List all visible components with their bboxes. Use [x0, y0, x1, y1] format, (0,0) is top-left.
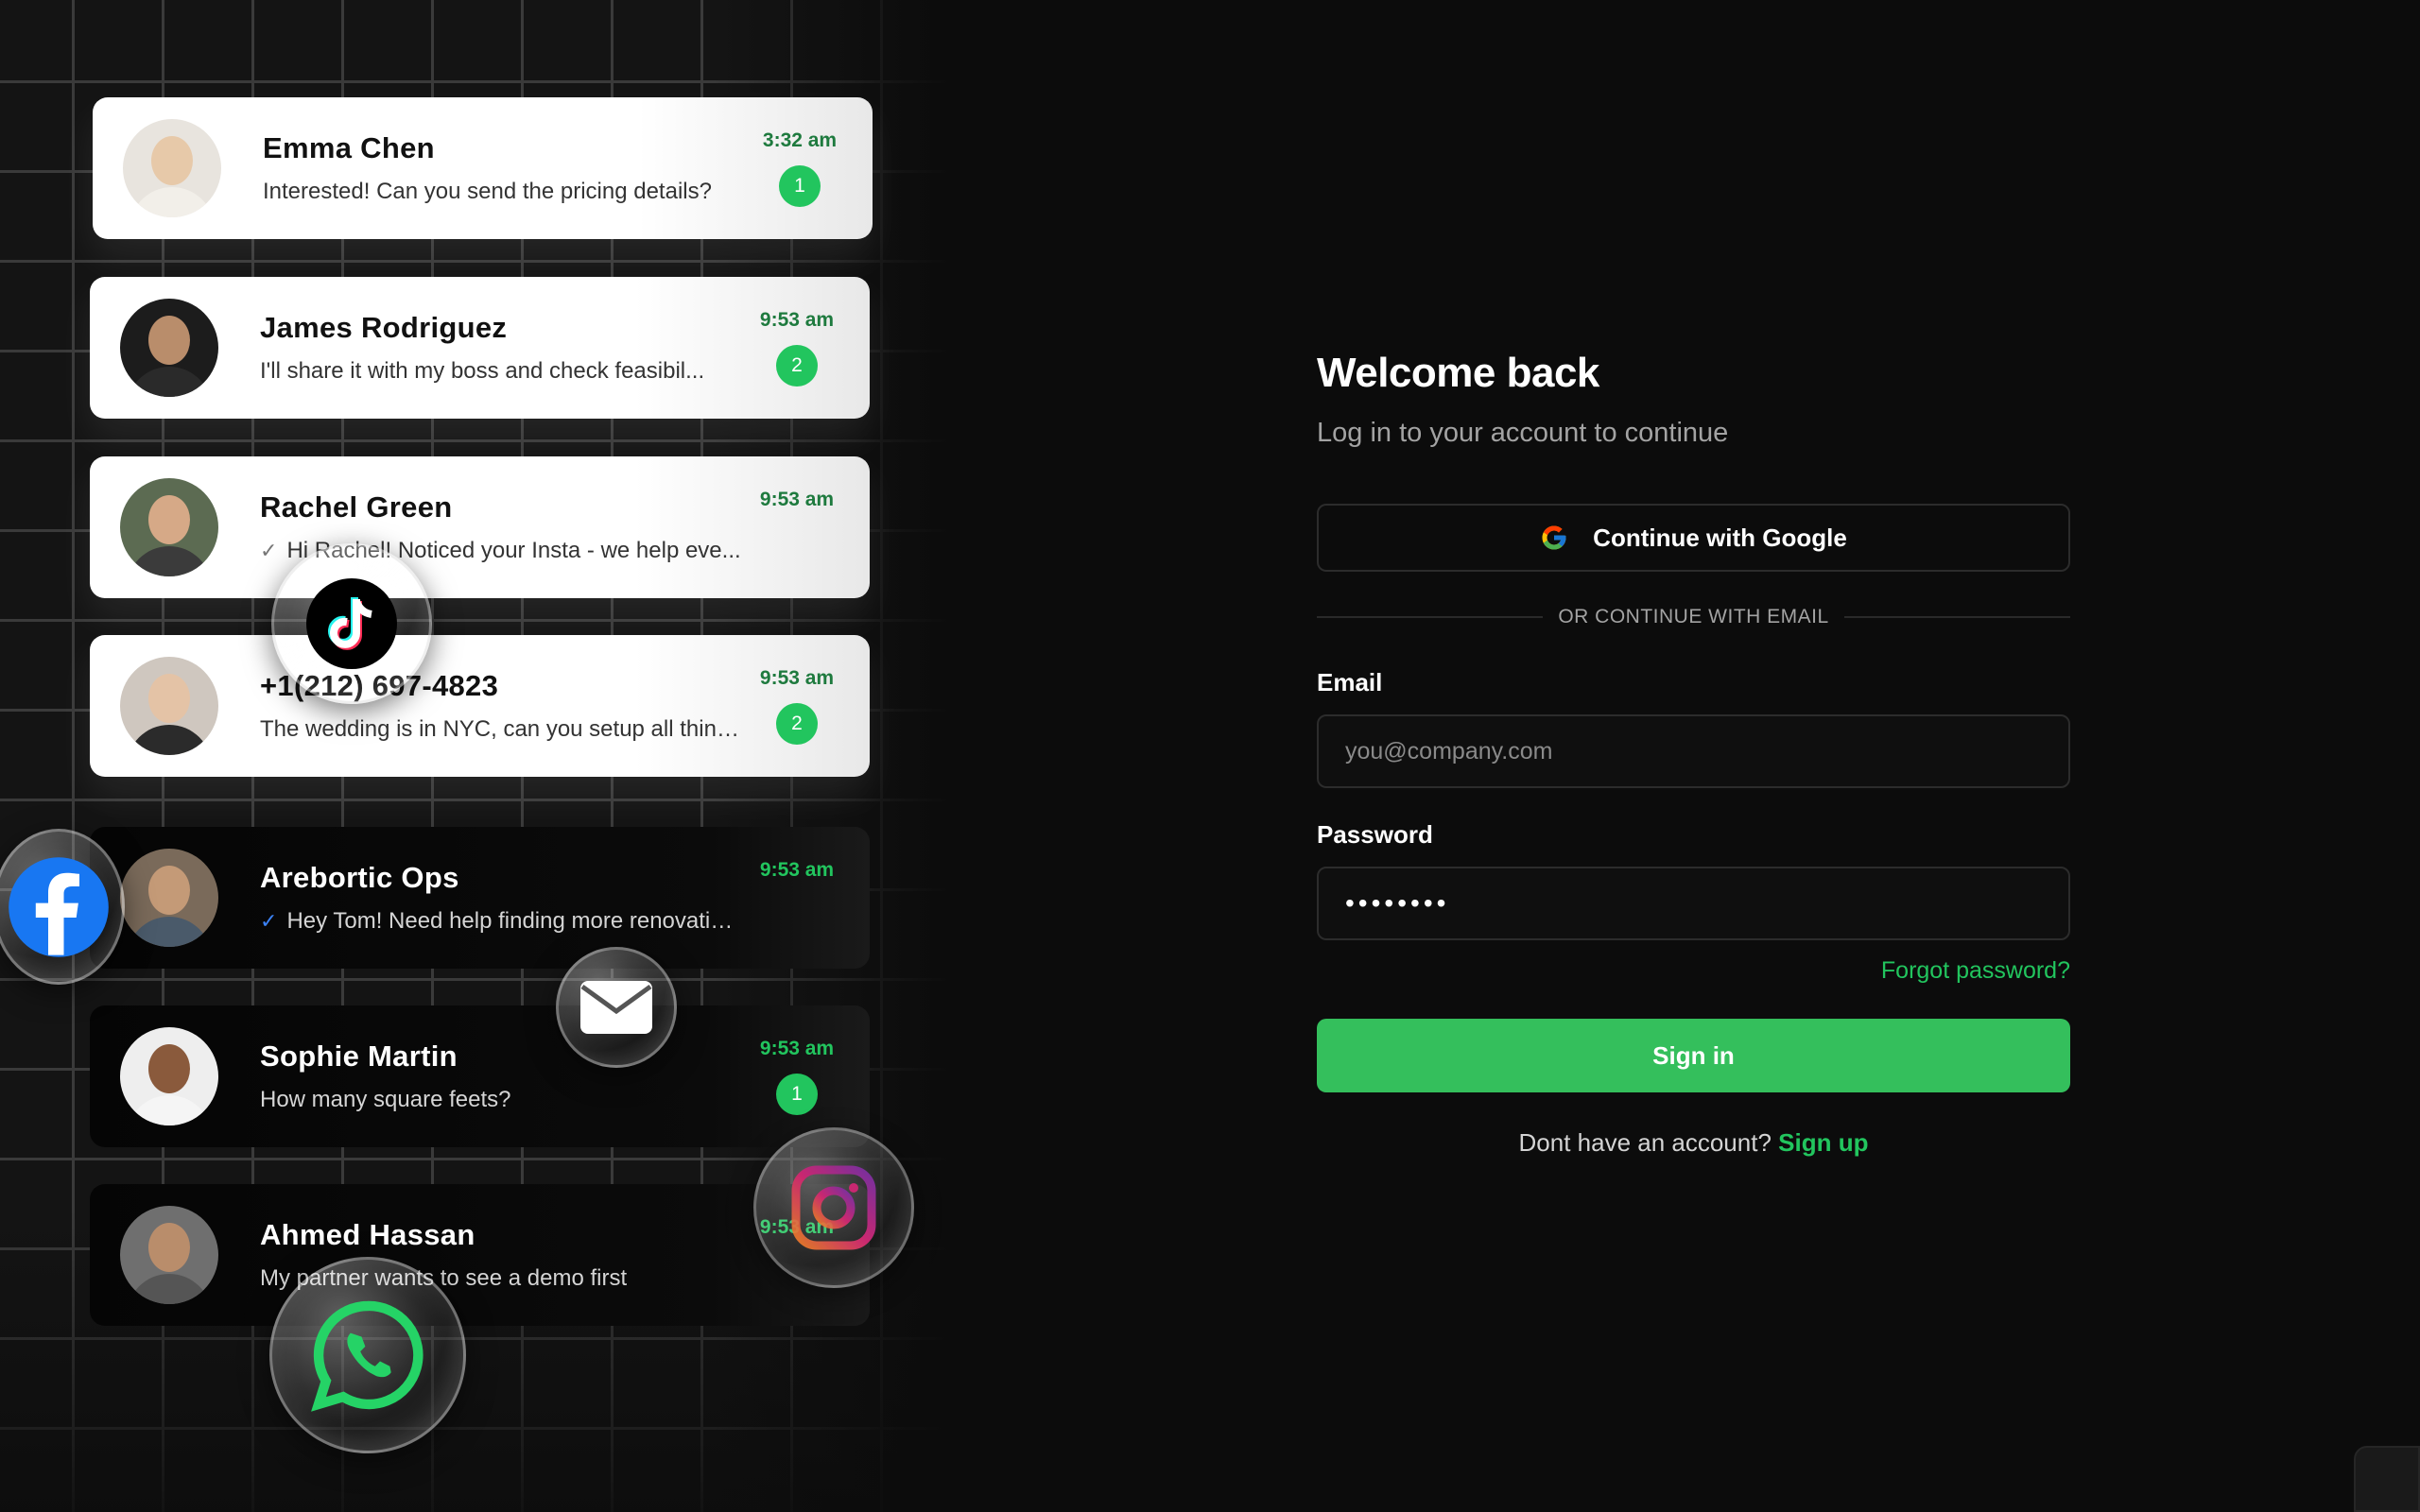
contact-name: Sophie Martin — [260, 1040, 458, 1073]
page-title: Welcome back — [1317, 350, 1599, 396]
card-meta: 9:53 am — [745, 827, 849, 969]
conversation-card[interactable]: Rachel Green ✓ Hi Rachel! Noticed your Ins… — [90, 456, 870, 598]
conversation-card[interactable]: Arebortic Ops ✓ Hey Tom! Need help finding… — [90, 827, 870, 969]
avatar — [120, 1027, 218, 1125]
read-tick-icon: ✓ — [260, 539, 278, 562]
instagram-bubble — [753, 1127, 914, 1288]
hero-panel: Emma Chen Interested! Can you send the pr… — [0, 0, 950, 1512]
message-text: I'll share it with my boss and check fea… — [260, 358, 705, 384]
message-time: 3:32 am — [762, 129, 838, 151]
signin-button[interactable]: Sign in — [1317, 1019, 2070, 1092]
contact-name: James Rodriguez — [260, 311, 508, 344]
unread-badge: 1 — [776, 1074, 818, 1115]
forgot-row: Forgot password? — [1317, 957, 2070, 985]
message-text: How many square feets? — [260, 1087, 511, 1112]
card-meta: 3:32 am 1 — [748, 97, 852, 239]
avatar — [120, 478, 218, 576]
google-button-label: Continue with Google — [1593, 523, 1847, 552]
forgot-password-link[interactable]: Forgot password? — [1881, 957, 2070, 984]
divider-text: OR CONTINUE WITH EMAIL — [1558, 606, 1829, 627]
contact-name: Arebortic Ops — [260, 861, 459, 894]
divider-line-left — [1317, 616, 1544, 618]
message-text: Hey Tom! Need help finding more renovati… — [286, 908, 745, 934]
message-preview: The wedding is in NYC, can you setup all… — [260, 716, 745, 743]
tiktok-icon — [306, 578, 397, 669]
signup-prompt: Dont have an account? — [1518, 1128, 1772, 1157]
message-text: The wedding is in NYC, can you setup all… — [260, 716, 745, 742]
card-text: Emma Chen Interested! Can you send the pr… — [263, 131, 748, 205]
divider-line-right — [1843, 616, 2070, 618]
google-icon — [1542, 525, 1566, 550]
whatsapp-icon — [311, 1300, 424, 1412]
divider: OR CONTINUE WITH EMAIL — [1317, 606, 2070, 628]
conversation-card[interactable]: Sophie Martin How many square feets? 9:53 … — [90, 1005, 870, 1147]
password-label: Password — [1317, 820, 1433, 849]
unread-badge: 1 — [779, 165, 821, 207]
message-text: Interested! Can you send the pricing det… — [263, 179, 712, 204]
avatar — [120, 299, 218, 397]
contact-name: Rachel Green — [260, 490, 453, 524]
message-time: 9:53 am — [759, 1038, 835, 1059]
card-meta: 9:53 am 2 — [745, 635, 849, 777]
card-text: Sophie Martin How many square feets? — [260, 1040, 745, 1113]
corner-widget[interactable] — [2354, 1446, 2420, 1512]
card-text: Arebortic Ops ✓ Hey Tom! Need help finding… — [260, 861, 745, 935]
card-meta: 9:53 am — [745, 456, 849, 598]
message-preview: ✓ Hey Tom! Need help finding more renovat… — [260, 908, 745, 935]
conversation-card[interactable]: +1(212) 697-4823The wedding is in NYC, c… — [90, 635, 870, 777]
instagram-icon — [791, 1165, 876, 1250]
email-label: Email — [1317, 668, 1383, 696]
contact-name: Ahmed Hassan — [260, 1218, 475, 1251]
mail-bubble — [556, 947, 677, 1068]
conversation-card[interactable]: James Rodriguez I'll share it with my bos… — [90, 277, 870, 419]
message-preview: Interested! Can you send the pricing det… — [263, 179, 748, 205]
message-preview: I'll share it with my boss and check fea… — [260, 358, 745, 385]
message-time: 9:53 am — [759, 859, 835, 881]
signup-link[interactable]: Sign up — [1778, 1128, 1868, 1157]
email-field[interactable] — [1317, 714, 2070, 788]
facebook-icon — [9, 856, 109, 957]
message-preview: How many square feets? — [260, 1087, 745, 1113]
tiktok-bubble — [271, 543, 432, 704]
signup-row: Dont have an account? Sign up — [1317, 1128, 2070, 1158]
unread-badge: 2 — [776, 345, 818, 387]
mail-icon — [580, 981, 652, 1034]
avatar — [120, 849, 218, 947]
contact-name: Emma Chen — [263, 131, 435, 164]
password-field[interactable] — [1317, 867, 2070, 940]
avatar — [120, 657, 218, 755]
message-time: 9:53 am — [759, 489, 835, 510]
avatar — [123, 119, 221, 217]
page-subtitle: Log in to your account to continue — [1317, 418, 1729, 448]
read-tick-icon: ✓ — [260, 909, 278, 933]
message-time: 9:53 am — [759, 667, 835, 689]
unread-badge: 2 — [776, 703, 818, 745]
message-time: 9:53 am — [759, 309, 835, 331]
google-signin-button[interactable]: Continue with Google — [1317, 504, 2070, 572]
login-form: Welcome back Log in to your account to c… — [1317, 350, 2070, 1158]
whatsapp-bubble — [269, 1257, 466, 1453]
avatar — [120, 1206, 218, 1304]
card-meta: 9:53 am 2 — [745, 277, 849, 419]
card-meta: 9:53 am 1 — [745, 1005, 849, 1147]
card-text: James Rodriguez I'll share it with my bos… — [260, 311, 745, 385]
conversation-card[interactable]: Emma Chen Interested! Can you send the pr… — [93, 97, 873, 239]
